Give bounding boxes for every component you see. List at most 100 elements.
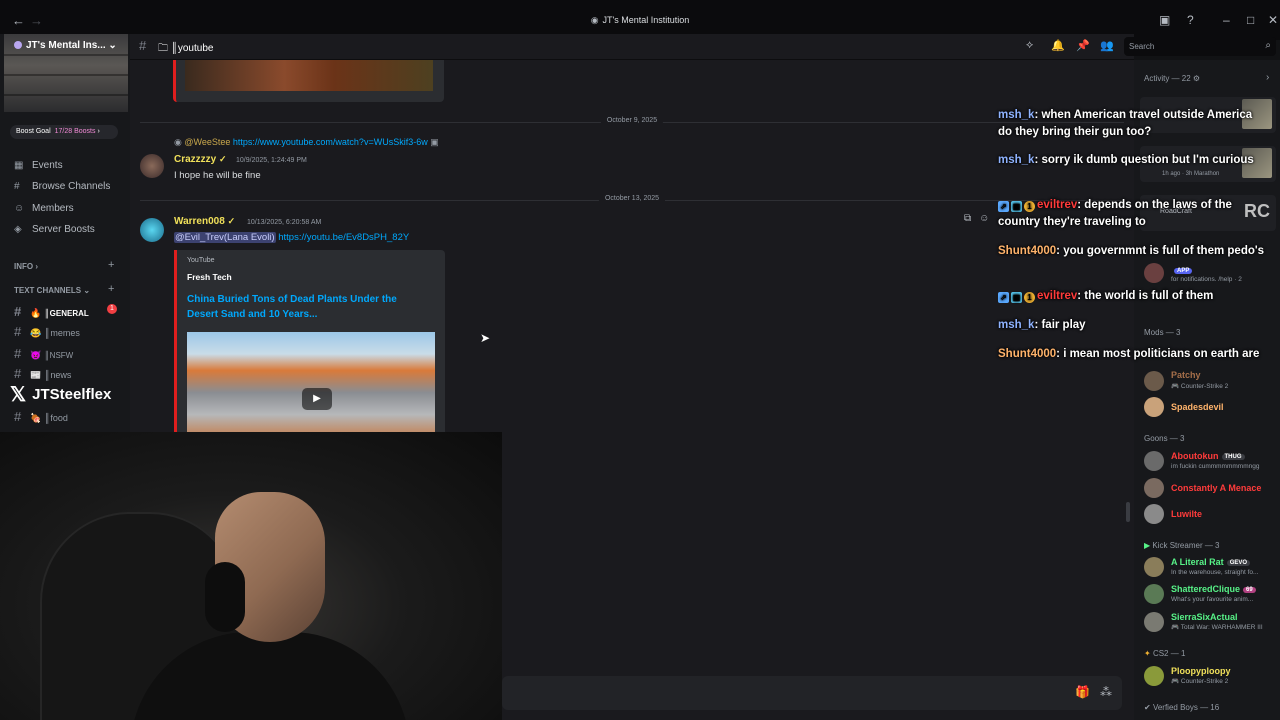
threads-icon[interactable]: ⟡	[1026, 39, 1033, 52]
member-status: 🎮 Total War: WARHAMMER III	[1171, 623, 1263, 631]
embed-provider[interactable]: YouTube	[187, 257, 215, 264]
overlay-chat-user: Shunt4000	[998, 348, 1057, 360]
reply-name[interactable]: @WeeStee	[184, 137, 230, 147]
channel-label: ║food	[44, 413, 68, 423]
avatar[interactable]	[140, 154, 164, 178]
member-avatar[interactable]	[1144, 666, 1164, 686]
nav-server-boosts[interactable]: ◈ Server Boosts	[14, 224, 95, 235]
hash-icon: #	[14, 409, 22, 424]
game-controller-icon: 🎮	[1171, 383, 1181, 390]
member-name[interactable]: Luwilte	[1171, 509, 1202, 519]
member-name[interactable]: APP	[1171, 265, 1193, 275]
channel-nsfw[interactable]: # 👿 ║NSFW	[14, 346, 74, 361]
overlay-chat-message: ⇗ ▦ 1 eviltrev: depends on the laws of the …	[998, 197, 1268, 231]
message-author[interactable]: Crazzzzy ✓	[174, 154, 227, 165]
reply-link[interactable]: https://www.youtube.com/watch?v=WUsSkif3…	[233, 137, 428, 147]
channel-general[interactable]: # 🔥 ║GENERAL	[14, 304, 89, 319]
member-avatar[interactable]	[1144, 263, 1164, 283]
message-author[interactable]: Warren008 ✓	[174, 216, 235, 227]
member-list-icon[interactable]: 👥	[1100, 39, 1114, 52]
maximize-icon[interactable]: □	[1247, 13, 1254, 27]
category-text-channels[interactable]: TEXT CHANNELS ⌄	[14, 286, 90, 295]
webcam-overlay	[0, 432, 502, 720]
message-input[interactable]: 🎁 ⁂	[502, 676, 1122, 710]
headphones-icon	[205, 562, 245, 632]
member-avatar[interactable]	[1144, 478, 1164, 498]
activity-label: Activity — 22	[1144, 74, 1191, 83]
member-status-text: Total War: WARHAMMER III	[1180, 624, 1263, 631]
nav-members[interactable]: ☺ Members	[14, 203, 74, 214]
overlay-chat-text: : you governmnt is full of them pedo's	[1056, 245, 1264, 257]
category-info[interactable]: INFO ›	[14, 262, 38, 271]
member-name[interactable]: SierraSixActual	[1171, 612, 1238, 622]
channel-label: ║NSFW	[44, 351, 74, 360]
member-avatar[interactable]	[1144, 584, 1164, 604]
search-input[interactable]: Search ⌕	[1124, 37, 1276, 56]
chevron-right-icon[interactable]: ›	[1266, 72, 1269, 83]
channel-food[interactable]: # 🍖 ║food	[14, 409, 68, 424]
role-header-label: Verfied Boys — 16	[1152, 703, 1220, 712]
help-icon[interactable]: ?	[1187, 13, 1194, 27]
close-icon[interactable]: ✕	[1268, 13, 1278, 27]
add-channel-icon[interactable]: +	[108, 259, 114, 271]
embed-title[interactable]: China Buried Tons of Dead Plants Under t…	[187, 292, 427, 322]
nav-browse-channels[interactable]: # Browse Channels	[14, 181, 110, 192]
member-avatar[interactable]	[1144, 451, 1164, 471]
embed-previous[interactable]	[173, 60, 444, 102]
avatar[interactable]	[140, 218, 164, 242]
member-avatar[interactable]	[1144, 612, 1164, 632]
apps-icon[interactable]: ⁂	[1100, 685, 1112, 699]
member-name[interactable]: Spadesdevil	[1171, 402, 1224, 412]
search-icon: ⌕	[1265, 40, 1271, 51]
member-name[interactable]: Ploopyploopy	[1171, 666, 1231, 676]
scrollbar[interactable]	[1126, 502, 1130, 522]
verified-check-icon: ✓	[219, 154, 227, 164]
message-timestamp: 10/13/2025, 6:20:58 AM	[247, 219, 322, 226]
member-name-text: Aboutokun	[1171, 451, 1219, 461]
member-status: In the warehouse, straight fo...	[1171, 569, 1259, 576]
activity-header[interactable]: Activity — 22 ⚙	[1144, 74, 1200, 83]
add-text-channel-icon[interactable]: +	[108, 283, 114, 295]
member-name[interactable]: Aboutokun THUG	[1171, 451, 1245, 461]
nav-events[interactable]: ▦ Events	[14, 160, 63, 171]
channel-memes[interactable]: # 😂 ║memes	[14, 324, 80, 339]
hash-icon: #	[14, 346, 22, 361]
cs2-icon: ✦	[1144, 649, 1153, 658]
copy-icon[interactable]: ⧉	[964, 213, 971, 224]
embed-video-thumbnail[interactable]: ▶	[187, 332, 435, 435]
image-icon: ▣	[430, 137, 439, 147]
author-name: Warren008	[174, 216, 225, 227]
minimize-icon[interactable]: –	[1223, 13, 1230, 27]
user-mention[interactable]: @Evil_Trev(Lana Evoli)	[174, 232, 276, 243]
message-link[interactable]: https://youtu.be/Ev8DsPH_82Y	[278, 232, 409, 243]
member-name[interactable]: A Literal Rat GEVO	[1171, 557, 1251, 567]
reply-reference[interactable]: ◉ @WeeStee https://www.youtube.com/watch…	[174, 137, 439, 148]
member-name[interactable]: ShatteredClique 69	[1171, 584, 1256, 594]
overlay-chat-message: ⇗ ▦ 1 eviltrev: the world is full of them	[998, 288, 1268, 305]
play-icon[interactable]: ▶	[302, 388, 332, 410]
member-status: 🎮 Counter-Strike 2	[1171, 382, 1228, 390]
member-name[interactable]: Constantly A Menace	[1171, 483, 1261, 493]
embed-author[interactable]: Fresh Tech	[187, 272, 232, 282]
window-title: ◉ JT's Mental Institution	[0, 15, 1280, 26]
nav-browse-label: Browse Channels	[32, 181, 111, 192]
server-name-button[interactable]: JT's Mental Ins... ⌄	[14, 40, 117, 51]
server-avatar-icon	[14, 41, 22, 49]
member-avatar[interactable]	[1144, 504, 1164, 524]
gift-icon[interactable]: 🎁	[1075, 685, 1090, 699]
overlay-chat-text: : i mean most politicians on earth are	[1056, 348, 1260, 360]
member-avatar[interactable]	[1144, 371, 1164, 391]
boost-goal[interactable]: Boost Goal 17/28 Boosts ›	[10, 125, 118, 139]
reaction-icon[interactable]: ☺	[979, 213, 989, 224]
inbox-icon[interactable]: ▣	[1159, 13, 1170, 27]
bell-icon[interactable]: 🔔	[1051, 39, 1065, 52]
embed-thumbnail[interactable]	[185, 60, 433, 91]
member-status: What's your favourite anim...	[1171, 596, 1254, 603]
app-tag: APP	[1174, 268, 1193, 274]
channel-news[interactable]: # 📰 ║news	[14, 366, 71, 381]
member-avatar[interactable]	[1144, 397, 1164, 417]
overlay-chat-message: Shunt4000: i mean most politicians on ea…	[998, 346, 1268, 363]
member-avatar[interactable]	[1144, 557, 1164, 577]
pin-icon[interactable]: 📌	[1076, 39, 1090, 52]
member-name[interactable]: Patchy	[1171, 370, 1201, 380]
